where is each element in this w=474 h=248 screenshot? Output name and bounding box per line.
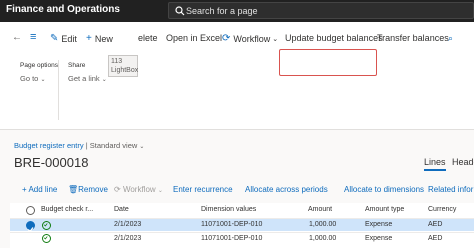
chevron-down-icon: ⌄	[272, 35, 279, 43]
tooltip: 113 LightBox	[108, 55, 138, 77]
page-options-label: Page options	[20, 62, 58, 69]
related-info-button[interactable]: Related infor	[428, 185, 473, 194]
search-icon[interactable]: ⌕	[448, 33, 453, 44]
menu-icon[interactable]: ≡	[30, 31, 36, 43]
cell-amount-type[interactable]: Expense	[365, 221, 392, 228]
tooltip-line2: LightBox	[111, 67, 139, 74]
highlight-box	[279, 49, 377, 76]
open-in-excel-label: Open in Excel	[166, 33, 223, 43]
grid-workflow-label: Workflow	[122, 185, 156, 194]
update-budget-balances-button[interactable]: Update budget balances	[285, 33, 383, 43]
breadcrumb-separator: |	[85, 141, 88, 150]
workflow-label: Workflow	[233, 33, 271, 44]
table-row[interactable]: 2/1/2023 11071001-DEP-010 1,000.00 Expen…	[10, 232, 474, 245]
budget-check-passed-icon	[42, 221, 51, 230]
toolbar: ← ≡ ✎ Edit + New elete Open in Excel ⟳ W…	[0, 30, 474, 50]
lines-grid: Budget check r... Date Dimension values …	[10, 203, 474, 248]
chevron-down-icon: ⌄	[40, 77, 46, 83]
chevron-down-icon: ⌄	[139, 144, 145, 150]
new-button[interactable]: + New	[86, 33, 113, 44]
check-icon	[43, 223, 48, 227]
cell-amount[interactable]: 1,000.00	[309, 235, 336, 242]
column-header[interactable]: Budget check r...	[41, 206, 93, 213]
chevron-down-icon: ⌄	[101, 77, 107, 83]
transfer-balances-button[interactable]: Transfer balances	[377, 33, 449, 43]
breadcrumb: Budget register entry | Standard view ⌄	[14, 141, 144, 150]
search-box[interactable]: Search for a page	[168, 2, 474, 19]
budget-check-passed-icon	[42, 234, 51, 243]
pencil-icon: ✎	[50, 33, 59, 44]
tooltip-line1: 113	[111, 58, 123, 65]
grid-toolbar: + Add line 🗑Remove ⟳ Workflow ⌄ Enter re…	[10, 185, 474, 199]
cell-date[interactable]: 2/1/2023	[114, 221, 141, 228]
app-title: Finance and Operations	[6, 4, 120, 15]
new-label: New	[94, 33, 113, 44]
allocate-periods-button[interactable]: Allocate across periods	[245, 185, 328, 194]
grid-workflow-button[interactable]: ⟳ Workflow ⌄	[114, 185, 163, 194]
delete-button[interactable]: elete	[138, 33, 158, 43]
view-selector[interactable]: Standard view ⌄	[90, 141, 145, 150]
check-icon	[43, 236, 48, 240]
update-budget-balances-label: Update budget balances	[285, 33, 383, 43]
plus-icon: +	[86, 33, 92, 44]
column-header[interactable]: Amount	[308, 206, 332, 213]
top-navigation-bar: Finance and Operations Search for a page	[0, 0, 474, 22]
cell-currency[interactable]: AED	[428, 221, 442, 228]
get-a-link-label: Get a link	[68, 74, 100, 83]
go-to-label: Go to	[20, 74, 39, 83]
open-in-excel-button[interactable]: Open in Excel	[166, 33, 222, 43]
allocate-dimensions-button[interactable]: Allocate to dimensions	[344, 185, 424, 194]
allocate-dimensions-label: Allocate to dimensions	[344, 185, 425, 194]
chevron-down-icon: ⌄	[157, 188, 163, 194]
column-header[interactable]: Amount type	[365, 206, 404, 213]
go-to-menu[interactable]: Go to ⌄	[20, 74, 45, 83]
column-header[interactable]: Dimension values	[201, 206, 256, 213]
tab-header[interactable]: Heade	[452, 157, 474, 167]
workflow-icon: ⟳	[114, 185, 123, 194]
divider	[58, 60, 59, 120]
delete-label: elete	[138, 33, 158, 43]
column-header[interactable]: Date	[114, 206, 129, 213]
get-a-link-menu[interactable]: Get a link ⌄	[68, 74, 107, 83]
add-line-button[interactable]: + Add line	[22, 185, 57, 194]
add-line-label: Add line	[28, 185, 58, 194]
enter-recurrence-label: Enter recurrence	[173, 185, 233, 194]
cell-amount-type[interactable]: Expense	[365, 235, 392, 242]
cell-dimension[interactable]: 11071001-DEP-010	[201, 221, 262, 228]
search-placeholder: Search for a page	[186, 6, 258, 16]
remove-button[interactable]: 🗑Remove	[68, 185, 108, 194]
share-label: Share	[68, 62, 86, 69]
row-selected-checkbox[interactable]	[26, 221, 35, 233]
cell-currency[interactable]: AED	[428, 235, 442, 242]
remove-label: Remove	[78, 185, 108, 194]
column-header[interactable]: Currency	[428, 206, 456, 213]
transfer-balances-label: Transfer balances	[377, 33, 449, 43]
cell-date[interactable]: 2/1/2023	[114, 235, 141, 242]
edit-label: Edit	[61, 33, 77, 44]
table-row[interactable]: 2/1/2023 11071001-DEP-010 1,000.00 Expen…	[10, 218, 474, 233]
back-arrow-icon[interactable]: ←	[12, 32, 22, 43]
breadcrumb-entity[interactable]: Budget register entry	[14, 141, 84, 150]
select-all-checkbox[interactable]	[26, 206, 35, 215]
enter-recurrence-button[interactable]: Enter recurrence	[173, 185, 233, 194]
related-info-label: Related infor	[428, 185, 474, 194]
tab-lines[interactable]: Lines	[424, 157, 446, 171]
allocate-periods-label: Allocate across periods	[245, 185, 328, 194]
action-pane: ← ≡ ✎ Edit + New elete Open in Excel ⟳ W…	[0, 22, 474, 130]
search-icon	[175, 6, 185, 16]
cell-amount[interactable]: 1,000.00	[309, 221, 336, 228]
edit-button[interactable]: ✎ Edit	[50, 33, 77, 44]
view-label: Standard view	[89, 141, 138, 150]
page-title: BRE-000018	[14, 155, 89, 170]
cell-dimension[interactable]: 11071001-DEP-010	[201, 235, 262, 242]
workflow-button[interactable]: ⟳ Workflow ⌄	[222, 33, 278, 44]
trash-icon: 🗑	[68, 185, 79, 194]
workflow-icon: ⟳	[222, 33, 231, 44]
